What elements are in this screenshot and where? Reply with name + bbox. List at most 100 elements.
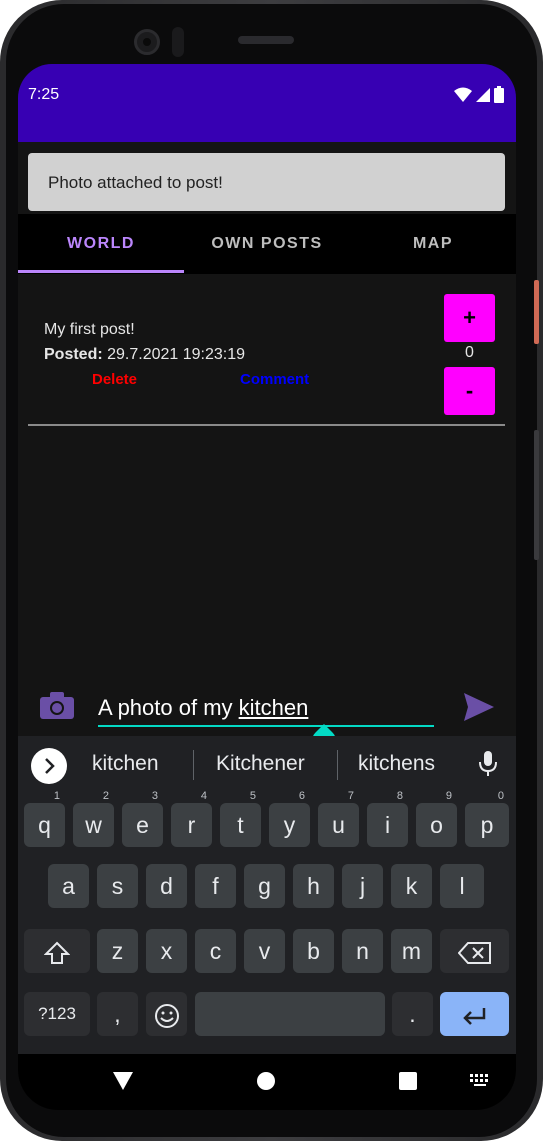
upvote-button[interactable]: + [444,294,495,342]
tab-map[interactable]: MAP [350,214,516,274]
soft-keyboard: kitchen Kitchener kitchens q1 w2 e3 r4 t… [18,736,516,1054]
key-label: o [430,812,443,838]
key-m[interactable]: m [391,929,432,973]
key-label: e [136,812,149,838]
key-w[interactable]: w2 [73,790,114,847]
post-divider [28,424,505,426]
camera-icon[interactable] [40,691,74,719]
key-q[interactable]: q1 [24,790,65,847]
wifi-icon [454,87,472,102]
key-j[interactable]: j [342,864,383,908]
signal-icon [476,87,490,102]
key-t[interactable]: t5 [220,790,261,847]
space-key[interactable] [195,992,385,1036]
tab-own-posts[interactable]: OWN POSTS [184,214,350,274]
shift-key[interactable] [24,929,90,973]
proximity-sensor [172,27,184,57]
home-icon[interactable] [257,1072,275,1090]
key-e[interactable]: e3 [122,790,163,847]
suggestion-1[interactable]: kitchen [92,752,159,776]
back-icon[interactable] [113,1072,133,1090]
key-z[interactable]: z [97,929,138,973]
tab-bar: WORLD OWN POSTS MAP [18,214,516,274]
phone-frame: 7:25 Photo attached to post! WORLD OWN P… [0,0,543,1141]
emoji-key[interactable] [146,992,187,1036]
key-a[interactable]: a [48,864,89,908]
comment-button[interactable]: Comment [240,371,309,388]
key-y[interactable]: y6 [269,790,310,847]
suggestion-strip: kitchen Kitchener kitchens [18,736,516,793]
post-input-composing-word: kitchen [238,695,309,720]
key-label: y [283,812,296,838]
app-screen: 7:25 Photo attached to post! WORLD OWN P… [18,64,516,1110]
key-hint: 7 [347,790,354,802]
enter-key[interactable] [440,992,509,1036]
key-hint: 8 [396,790,403,802]
symbols-key[interactable]: ?123 [24,992,90,1036]
status-bar: 7:25 [18,64,516,142]
key-l[interactable]: l [440,864,484,908]
key-hint: 5 [249,790,256,802]
suggestion-3[interactable]: kitchens [358,752,435,776]
key-hint: 2 [102,790,109,802]
key-b[interactable]: b [293,929,334,973]
key-s[interactable]: s [97,864,138,908]
backspace-key[interactable] [440,929,509,973]
post-date: Posted: 29.7.2021 19:23:19 [44,346,245,364]
post-text: My first post! [44,321,135,338]
status-time: 7:25 [28,86,60,103]
chevron-right-icon[interactable] [31,748,67,784]
keyboard-switch-icon[interactable] [470,1074,490,1088]
status-icons [454,86,504,103]
downvote-button[interactable]: - [444,367,495,415]
composer-bar: A photo of my kitchen [18,679,516,758]
send-icon[interactable] [464,693,494,721]
delete-button[interactable]: Delete [92,371,137,388]
key-label: i [384,812,391,838]
input-underline [98,725,434,727]
recents-icon[interactable] [399,1072,417,1090]
key-hint: 3 [151,790,158,802]
key-i[interactable]: i8 [367,790,408,847]
front-camera [134,29,160,55]
key-h[interactable]: h [293,864,334,908]
key-hint: 1 [53,790,60,802]
suggestion-divider [337,750,338,780]
key-v[interactable]: v [244,929,285,973]
suggestion-2[interactable]: Kitchener [216,752,305,776]
post-input[interactable]: A photo of my kitchen [98,695,308,721]
key-p[interactable]: p0 [465,790,509,847]
key-hint: 4 [200,790,207,802]
power-button [534,280,539,344]
key-x[interactable]: x [146,929,187,973]
battery-icon [494,86,504,103]
key-u[interactable]: u7 [318,790,359,847]
posted-label: Posted: [44,346,103,363]
shift-icon [43,941,71,964]
period-key[interactable]: . [392,992,433,1036]
mic-icon[interactable] [478,750,498,778]
key-k[interactable]: k [391,864,432,908]
key-label: p [480,812,494,838]
key-g[interactable]: g [244,864,285,908]
vote-count: 0 [465,344,474,361]
key-label: r [187,812,196,838]
key-label: w [85,812,102,838]
key-label: q [38,812,51,838]
key-label: t [237,812,244,838]
key-n[interactable]: n [342,929,383,973]
key-r[interactable]: r4 [171,790,212,847]
tab-indicator [18,270,184,273]
key-hint: 9 [445,790,452,802]
toast-message: Photo attached to post! [28,153,505,211]
key-hint: 0 [497,790,504,802]
key-o[interactable]: o9 [416,790,457,847]
post-input-text: A photo of my [98,695,239,720]
key-f[interactable]: f [195,864,236,908]
tab-world[interactable]: WORLD [18,214,184,274]
volume-button [534,430,539,560]
key-c[interactable]: c [195,929,236,973]
comma-key[interactable]: , [97,992,138,1036]
key-d[interactable]: d [146,864,187,908]
toast-text: Photo attached to post! [48,173,223,192]
